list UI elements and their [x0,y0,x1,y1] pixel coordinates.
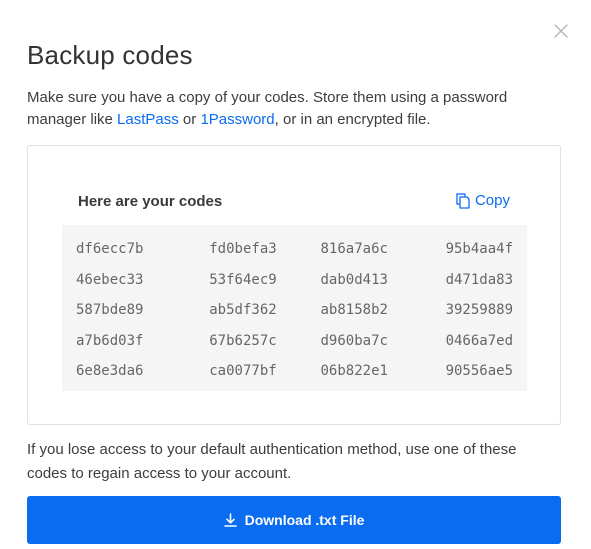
lastpass-link[interactable]: LastPass [117,111,179,128]
close-icon [554,24,568,38]
intro-text: Make sure you have a copy of your codes.… [27,87,557,131]
codes-grid: df6ecc7b fd0befa3 816a7a6c 95b4aa4f 46eb… [62,225,527,391]
backup-code: ab8158b2 [320,302,388,319]
backup-code: 39259889 [445,302,513,319]
codes-card: Here are your codes Copy df6ecc7b fd0bef… [27,145,561,425]
backup-code: d960ba7c [320,332,388,349]
copy-label: Copy [474,192,510,209]
download-txt-button[interactable]: Download .txt File [27,496,561,544]
backup-code: 816a7a6c [320,241,388,258]
backup-code: 6e8e3da6 [76,363,144,380]
backup-code: 53f64ec9 [209,271,277,288]
backup-code: fd0befa3 [209,241,277,258]
close-button[interactable] [551,21,571,41]
backup-code: 90556ae5 [445,363,513,380]
copy-icon [456,192,470,209]
backup-code: 67b6257c [209,332,277,349]
1password-link[interactable]: 1Password [200,111,274,128]
recovery-info-text: If you lose access to your default authe… [27,441,517,482]
backup-code: 06b822e1 [320,363,388,380]
backup-code: ab5df362 [209,302,277,319]
backup-code: 95b4aa4f [445,241,513,258]
backup-code: a7b6d03f [76,332,144,349]
codes-header: Here are your codes [78,193,223,210]
download-icon [223,513,237,527]
backup-code: d471da83 [445,271,513,288]
backup-code: dab0d413 [320,271,388,288]
intro-text-end: , or in an encrypted file. [274,111,431,128]
dialog-title: Backup codes [27,40,193,70]
download-label: Download .txt File [244,512,365,528]
backup-code: df6ecc7b [76,241,144,258]
copy-button[interactable]: Copy [456,192,510,209]
backup-code: 0466a7ed [445,332,513,349]
backup-code: ca0077bf [209,363,277,380]
backup-code: 46ebec33 [76,271,144,288]
backup-code: 587bde89 [76,302,144,319]
intro-text-or: or [178,111,201,128]
